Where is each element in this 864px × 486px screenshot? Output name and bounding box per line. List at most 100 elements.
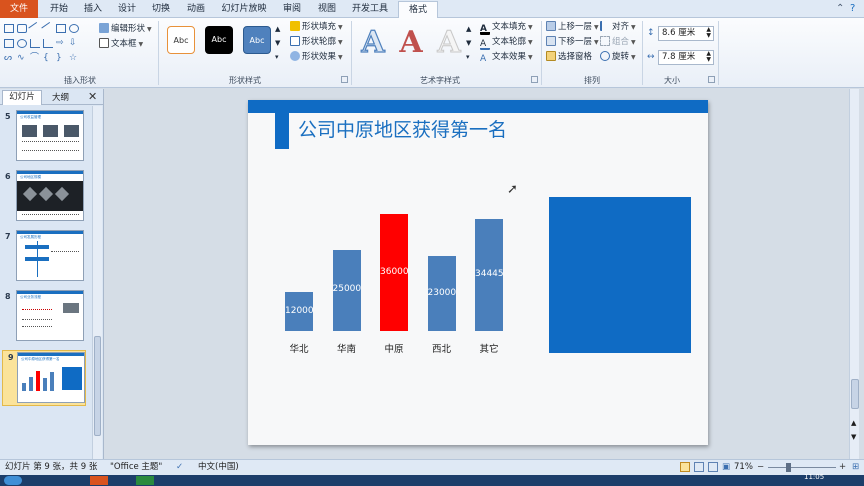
tab-design[interactable]: 设计 (112, 1, 142, 18)
wordart-more[interactable]: ▾ (466, 50, 470, 64)
previous-slide-icon[interactable]: ▲ (851, 419, 856, 427)
minimize-ribbon-icon[interactable]: ⌃ (836, 3, 844, 14)
chart-bar[interactable]: 12000 (285, 292, 314, 331)
rect2-shape-icon[interactable] (56, 24, 66, 33)
circle-shape-icon[interactable] (17, 39, 27, 48)
slide-thumbnail-7[interactable]: 7 公司发展历程 (0, 230, 90, 286)
group-button[interactable]: 组合 ▼ (600, 35, 636, 49)
rotate-button[interactable]: 旋转 ▼ (600, 50, 636, 64)
down-arrow-shape-icon[interactable]: ⇩ (69, 39, 79, 48)
gallery-more[interactable]: ▾ (275, 50, 279, 64)
wordart-style-light[interactable]: A (432, 25, 466, 60)
shape-height-input[interactable]: 8.6 厘米 ▲ ▼ (658, 26, 714, 41)
chart-bar[interactable]: 34445 (475, 219, 504, 331)
scrollbar-thumb[interactable] (94, 336, 101, 436)
excel-taskbar-icon[interactable] (136, 476, 154, 485)
slide-title[interactable]: 公司中原地区获得第一名 (298, 115, 507, 142)
tab-review[interactable]: 审阅 (277, 1, 307, 18)
slideshow-icon[interactable]: ▣ (722, 460, 730, 475)
slides-panel-scrollbar[interactable] (92, 106, 102, 459)
brace-right-shape-icon[interactable]: } (56, 54, 66, 63)
shape-styles-launcher-icon[interactable] (341, 76, 348, 83)
wordart-style-outline[interactable]: A (356, 25, 390, 60)
tab-developer[interactable]: 开发工具 (347, 1, 393, 18)
align-button[interactable]: 对齐 ▼ (600, 20, 636, 34)
next-slide-icon[interactable]: ▼ (851, 433, 856, 441)
connector-shape-icon[interactable] (30, 39, 40, 48)
chart-bar[interactable]: 36000 (380, 214, 409, 331)
height-spinner[interactable]: ▲ ▼ (706, 27, 711, 39)
gallery-scroll-up[interactable]: ▲ (275, 22, 280, 36)
zoom-slider-thumb[interactable] (786, 463, 791, 472)
reading-view-icon[interactable] (708, 462, 718, 472)
brace-shape-icon[interactable]: { (43, 54, 53, 63)
text-box-button[interactable]: 文本框 ▼ (99, 37, 143, 51)
powerpoint-taskbar-icon[interactable] (90, 476, 108, 485)
language-status[interactable]: 中文(中国) (198, 460, 239, 475)
width-spinner[interactable]: ▲ ▼ (706, 51, 711, 63)
tab-format[interactable]: 格式 (398, 1, 438, 18)
zoom-slider[interactable] (768, 467, 836, 468)
tab-outline[interactable]: 大纲 (52, 91, 69, 103)
start-button-icon[interactable] (4, 476, 22, 485)
help-icon[interactable]: ? (850, 3, 855, 14)
text-outline-button[interactable]: A 文本轮廓 ▼ (480, 35, 533, 50)
shape-effects-button[interactable]: 形状效果 ▼ (290, 50, 343, 64)
tab-transitions[interactable]: 切换 (146, 1, 176, 18)
blue-rectangle-shape[interactable] (549, 197, 691, 353)
workspace-scrollbar[interactable]: ▲ ▼ (849, 89, 859, 459)
tab-view[interactable]: 视图 (312, 1, 342, 18)
wordart-scroll-down[interactable]: ▼ (466, 36, 471, 50)
fit-window-icon[interactable]: ⊞ (852, 460, 859, 475)
scrollbar-thumb[interactable] (851, 379, 859, 409)
text-fill-button[interactable]: A 文本填充 ▼ (480, 20, 533, 35)
tab-home[interactable]: 开始 (44, 1, 74, 18)
shapes-gallery[interactable]: ⇨ ⇩ ᔕ ∿ ⌒ { } ☆ (4, 21, 92, 68)
gallery-scroll-down[interactable]: ▼ (275, 36, 280, 50)
size-launcher-icon[interactable] (708, 76, 715, 83)
freeform-shape-icon[interactable]: ᔕ (4, 54, 14, 63)
star-shape-icon[interactable]: ☆ (69, 54, 79, 63)
rounded-rect-shape-icon[interactable] (17, 24, 27, 33)
wordart-scroll-up[interactable]: ▲ (466, 22, 471, 36)
text-effects-button[interactable]: A 文本效果 ▼ (480, 50, 533, 64)
tab-file[interactable]: 文件 (0, 0, 38, 18)
shape-style-blue[interactable]: Abc (243, 26, 271, 54)
rectangle-shape-icon[interactable] (4, 24, 14, 33)
tab-animations[interactable]: 动画 (181, 1, 211, 18)
slide-sorter-icon[interactable] (694, 462, 704, 472)
tab-slideshow[interactable]: 幻灯片放映 (216, 1, 272, 18)
theme-status[interactable]: "Office 主题" (110, 460, 162, 475)
tab-insert[interactable]: 插入 (78, 1, 108, 18)
shape-fill-button[interactable]: 形状填充 ▼ (290, 20, 343, 34)
chart-bar[interactable]: 23000 (427, 256, 456, 331)
normal-view-icon[interactable] (680, 462, 690, 472)
tab-slides[interactable]: 幻灯片 (2, 90, 42, 105)
zoom-in-icon[interactable]: + (839, 460, 846, 475)
selection-pane-button[interactable]: 选择窗格 (546, 50, 592, 64)
oval-shape-icon[interactable] (69, 24, 79, 33)
edit-shape-button[interactable]: 编辑形状 ▼ (99, 22, 152, 36)
shape-style-white[interactable]: Abc (167, 26, 195, 54)
send-backward-button[interactable]: 下移一层 ▼ (546, 35, 599, 49)
slide-thumbnail-6[interactable]: 6 公司地区规模 (0, 170, 90, 226)
line-shape-icon[interactable] (28, 21, 42, 36)
zoom-out-icon[interactable]: − (757, 460, 764, 475)
zoom-level[interactable]: 71% (734, 460, 753, 475)
bring-forward-button[interactable]: 上移一层 ▼ (546, 20, 599, 34)
shape-outline-button[interactable]: 形状轮廓 ▼ (290, 35, 343, 49)
arc-shape-icon[interactable]: ⌒ (30, 54, 40, 63)
spellcheck-icon[interactable]: ✓ (176, 460, 183, 475)
slide-thumbnail-9[interactable]: 9 公司中原地区获得第一名 (2, 350, 86, 406)
shape-style-black[interactable]: Abc (205, 26, 233, 54)
shape-width-input[interactable]: 7.8 厘米 ▲ ▼ (658, 50, 714, 65)
close-icon[interactable]: ✕ (88, 90, 97, 103)
elbow-connector-shape-icon[interactable] (43, 39, 53, 48)
wordart-launcher-icon[interactable] (531, 76, 538, 83)
right-arrow-shape-icon[interactable]: ⇨ (56, 39, 66, 48)
curve-shape-icon[interactable]: ∿ (17, 54, 27, 63)
wordart-style-red[interactable]: A (394, 26, 428, 60)
chart-bar[interactable]: 25000 (332, 249, 361, 331)
rect3-shape-icon[interactable] (4, 39, 14, 48)
arrow-shape-icon[interactable] (41, 21, 55, 36)
